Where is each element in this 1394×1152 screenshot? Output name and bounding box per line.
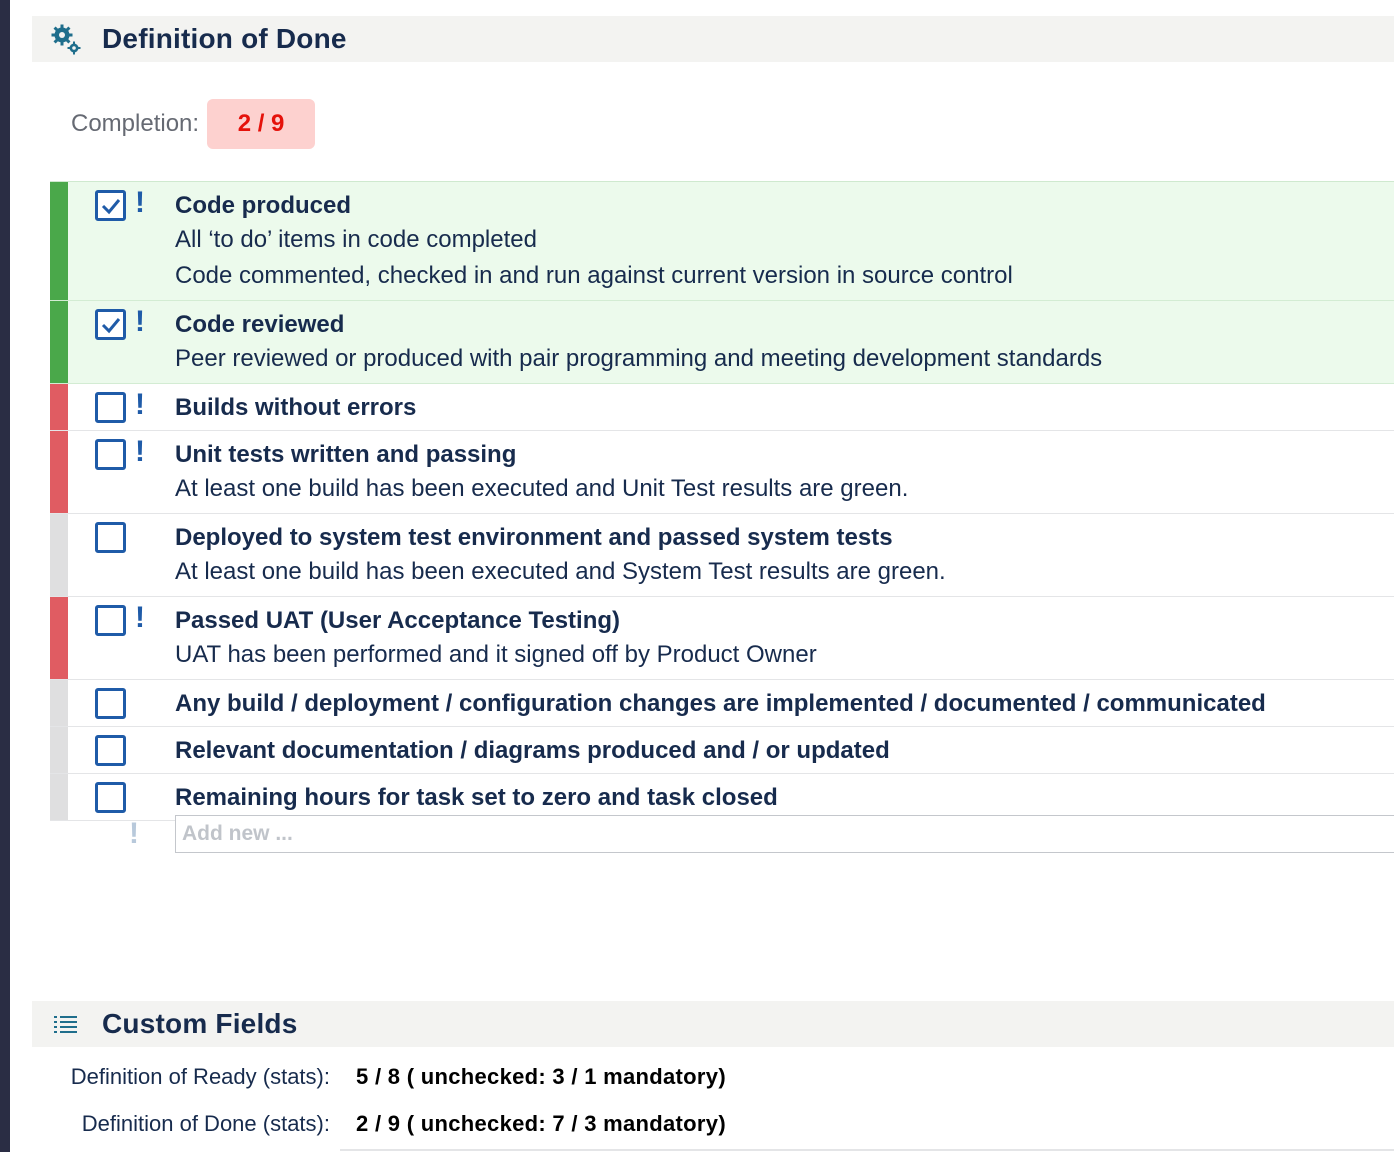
item-checkbox[interactable] [95,688,126,719]
item-title: Deployed to system test environment and … [175,524,893,551]
completion-badge: 2 / 9 [207,99,316,149]
item-checkbox[interactable] [95,190,126,221]
checklist-item: Relevant documentation / diagrams produc… [50,727,1394,774]
exclamation-icon[interactable]: ! [135,305,145,339]
item-title: Unit tests written and passing [175,441,517,468]
exclamation-icon[interactable]: ! [135,601,145,635]
completion-summary: Completion: 2 / 9 [71,99,316,149]
checklist-item: ! Passed UAT (User Acceptance Testing) U… [50,597,1394,680]
item-title: Remaining hours for task set to zero and… [175,784,778,811]
exclamation-icon[interactable]: ! [135,388,145,422]
status-stripe [50,727,68,773]
status-stripe [50,514,68,596]
add-new-input[interactable] [175,815,1394,853]
item-description: At least one build has been executed and… [175,558,946,585]
item-description: UAT has been performed and it signed off… [175,641,817,668]
custom-fields-title: Custom Fields [102,1008,298,1039]
item-description: Code commented, checked in and run again… [175,262,1013,289]
item-description: At least one build has been executed and… [175,475,909,502]
checklist-item: Any build / deployment / configuration c… [50,680,1394,727]
item-description: Peer reviewed or produced with pair prog… [175,345,1103,372]
item-checkbox[interactable] [95,392,126,423]
item-title: Passed UAT (User Acceptance Testing) [175,607,621,634]
checklist-item: ! Code reviewed Peer reviewed or produce… [50,301,1394,384]
sidebar-dark-strip [0,0,10,1152]
status-stripe [50,431,68,513]
field-row: Definition of Done (stats): 2 / 9 ( unch… [32,1111,726,1137]
field-value: 5 / 8 ( unchecked: 3 / 1 mandatory) [356,1064,726,1089]
status-stripe [50,301,68,383]
item-title: Code reviewed [175,311,345,338]
item-title: Any build / deployment / configuration c… [175,690,1266,717]
dod-title: Definition of Done [102,23,347,54]
checkmark-icon [101,317,120,333]
checklist-item: Deployed to system test environment and … [50,514,1394,597]
list-icon [48,1013,84,1035]
item-title: Code produced [175,192,352,219]
checkmark-icon [101,198,120,214]
item-title: Relevant documentation / diagrams produc… [175,737,890,764]
checklist-item: Remaining hours for task set to zero and… [50,774,1394,821]
status-stripe [50,384,68,430]
checklist-item: ! Code produced All ‘to do’ items in cod… [50,181,1394,301]
status-stripe [50,680,68,726]
field-value: 2 / 9 ( unchecked: 7 / 3 mandatory) [356,1111,726,1136]
item-checkbox[interactable] [95,782,126,813]
exclamation-icon[interactable]: ! [135,186,145,220]
dod-checklist: ! Code produced All ‘to do’ items in cod… [50,181,1394,821]
item-checkbox[interactable] [95,439,126,470]
divider [340,1149,1394,1151]
item-title: Builds without errors [175,394,417,421]
field-label: Definition of Done (stats): [81,1111,330,1136]
status-stripe [50,182,68,300]
gears-icon [48,23,84,55]
item-checkbox[interactable] [95,605,126,636]
dod-section-header: Definition of Done [32,16,1394,62]
checklist-item: ! Builds without errors [50,384,1394,431]
field-row: Definition of Ready (stats): 5 / 8 ( unc… [32,1064,726,1090]
item-checkbox[interactable] [95,309,126,340]
status-stripe [50,774,68,820]
exclamation-icon[interactable]: ! [129,817,139,851]
completion-label: Completion: [71,110,200,137]
left-sidebar-edge [0,0,16,1152]
checklist-item: ! Unit tests written and passing At leas… [50,431,1394,514]
custom-fields-header: Custom Fields [32,1001,1394,1047]
item-checkbox[interactable] [95,735,126,766]
field-label: Definition of Ready (stats): [70,1064,330,1089]
item-description: All ‘to do’ items in code completed [175,226,537,253]
status-stripe [50,597,68,679]
exclamation-icon[interactable]: ! [135,435,145,469]
add-new-row: ! [125,815,1394,853]
item-checkbox[interactable] [95,522,126,553]
